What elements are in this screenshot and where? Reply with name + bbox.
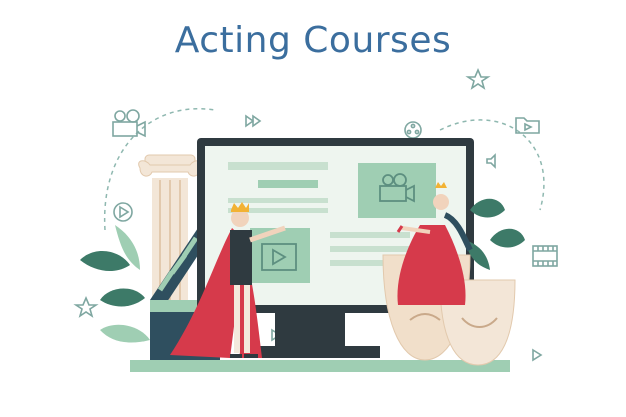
film-reel-icon (404, 121, 422, 139)
fast-forward-icon (245, 114, 262, 128)
star-icon (73, 295, 99, 318)
video-camera-icon (112, 109, 146, 138)
filmstrip-icon (532, 245, 558, 267)
leaves-left (80, 225, 150, 343)
star-icon (465, 67, 491, 90)
volume-icon (486, 153, 496, 169)
illustration (73, 67, 558, 372)
play-icon (113, 202, 133, 222)
folder-video-icon (515, 117, 540, 134)
base-platform (130, 360, 510, 372)
play-icon (532, 348, 543, 362)
